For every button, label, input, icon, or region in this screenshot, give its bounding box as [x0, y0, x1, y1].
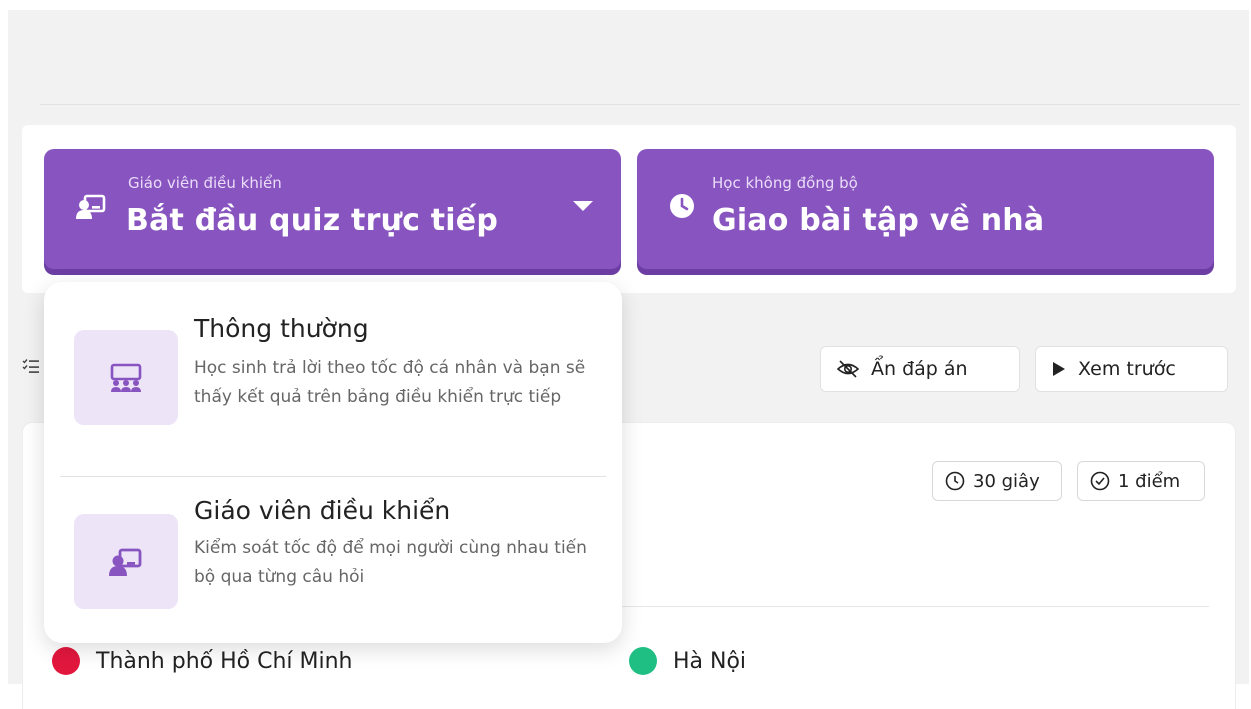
- answer-option: Thành phố Hồ Chí Minh: [52, 647, 353, 675]
- dropdown-item-normal-mode[interactable]: Thông thường Học sinh trả lời theo tốc đ…: [44, 306, 622, 466]
- clock-outline-icon: [945, 471, 965, 491]
- preview-label: Xem trước: [1078, 358, 1176, 380]
- dropdown-item-title: Thông thường: [194, 314, 369, 343]
- presenter-icon: [74, 514, 178, 609]
- dropdown-item-description: Học sinh trả lời theo tốc độ cá nhân và …: [194, 358, 586, 407]
- assign-homework-button[interactable]: Học không đồng bộ Giao bài tập về nhà: [637, 149, 1214, 269]
- homework-label: Giao bài tập về nhà: [712, 203, 1045, 238]
- answer-option: Hà Nội: [629, 647, 746, 675]
- points-label: 1 điểm: [1118, 470, 1181, 492]
- points-chip[interactable]: 1 điểm: [1077, 461, 1205, 501]
- dropdown-item-description: Kiểm soát tốc độ để mọi người cùng nhau …: [194, 538, 587, 587]
- time-limit-chip[interactable]: 30 giây: [932, 461, 1062, 501]
- preview-button[interactable]: Xem trước: [1035, 346, 1228, 392]
- list-icon: [22, 358, 40, 379]
- answer-color-dot: [629, 647, 657, 675]
- answer-color-dot: [52, 647, 80, 675]
- dropdown-item-teacher-paced[interactable]: Giáo viên điều khiển Kiểm soát tốc độ để…: [44, 488, 622, 648]
- check-circle-icon: [1090, 471, 1110, 491]
- hide-answers-label: Ẩn đáp án: [871, 358, 968, 380]
- live-mode-label: Giáo viên điều khiển: [128, 174, 282, 192]
- presenter-icon: [76, 193, 106, 221]
- answer-text: Thành phố Hồ Chí Minh: [96, 648, 353, 674]
- start-live-quiz-button[interactable]: Giáo viên điều khiển Bắt đầu quiz trực t…: [44, 149, 621, 269]
- live-quiz-label: Bắt đầu quiz trực tiếp: [126, 203, 499, 238]
- play-icon: [1052, 361, 1066, 377]
- answer-text: Hà Nội: [673, 648, 747, 674]
- live-mode-dropdown: Thông thường Học sinh trả lời theo tốc đ…: [44, 282, 622, 643]
- hide-answers-button[interactable]: Ẩn đáp án: [820, 346, 1020, 392]
- top-divider: [40, 104, 1240, 105]
- chevron-down-icon[interactable]: [573, 201, 593, 211]
- classroom-icon: [74, 330, 178, 425]
- async-mode-label: Học không đồng bộ: [712, 174, 858, 192]
- time-limit-label: 30 giây: [973, 470, 1040, 492]
- clock-icon: [669, 193, 697, 221]
- dropdown-divider: [60, 476, 606, 477]
- eye-off-icon: [837, 359, 859, 379]
- dropdown-item-title: Giáo viên điều khiển: [194, 496, 451, 525]
